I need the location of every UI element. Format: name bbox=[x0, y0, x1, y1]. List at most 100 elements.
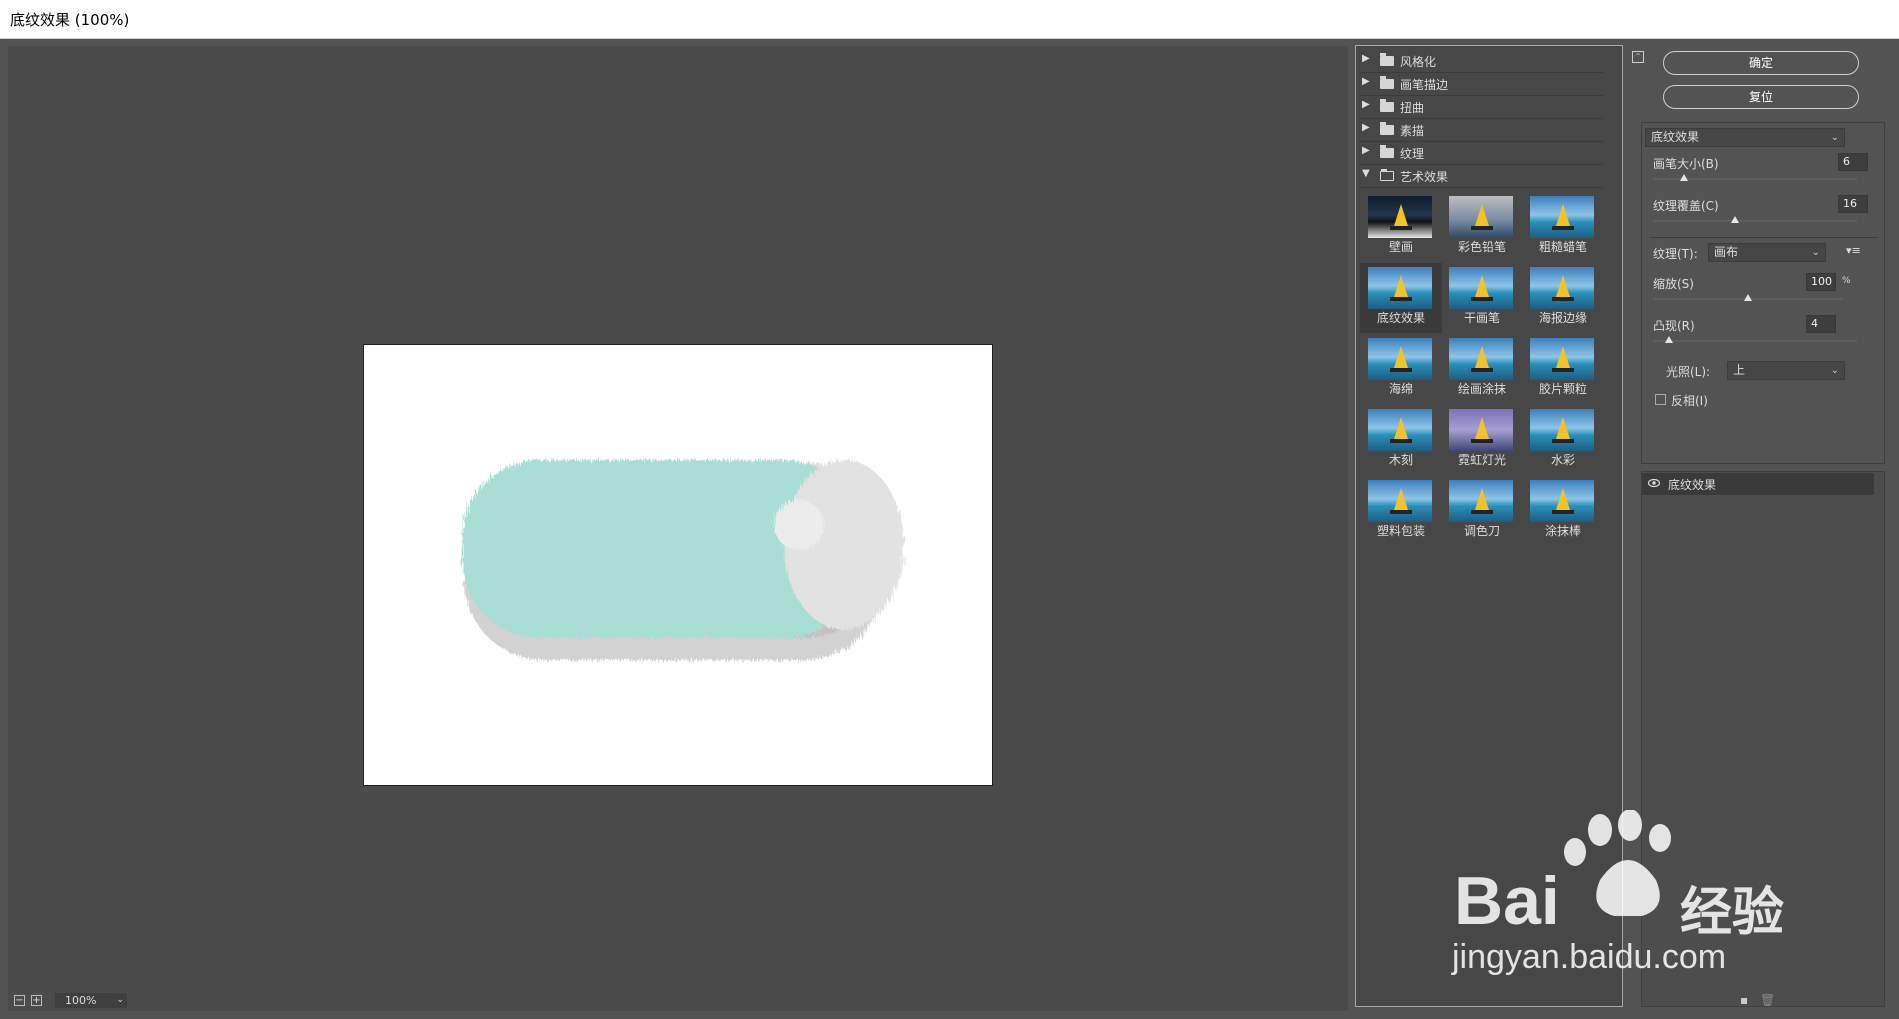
category-brush-strokes[interactable]: ▶ 画笔描边 bbox=[1360, 73, 1604, 96]
filter-select-value: 底纹效果 bbox=[1651, 130, 1700, 144]
effect-layer-row[interactable]: 底纹效果 bbox=[1642, 473, 1874, 495]
filter-thumb[interactable]: 海绵 bbox=[1360, 334, 1442, 404]
chevron-down-icon: ⌄ bbox=[1830, 132, 1839, 143]
eye-icon[interactable] bbox=[1648, 478, 1660, 488]
chevron-down-icon: ⌄ bbox=[1830, 365, 1839, 376]
texture-coverage-slider[interactable] bbox=[1653, 220, 1857, 222]
reset-button[interactable]: 复位 bbox=[1663, 85, 1859, 109]
new-effect-layer-icon[interactable]: ▪ bbox=[1740, 993, 1748, 1007]
filter-thumb-label: 干画笔 bbox=[1463, 311, 1500, 325]
ok-button[interactable]: 确定 bbox=[1663, 51, 1859, 75]
expand-arrow-icon: ▶ bbox=[1362, 145, 1370, 156]
filter-thumb-label: 霓虹灯光 bbox=[1457, 453, 1506, 467]
category-artistic[interactable]: ▼ 艺术效果 bbox=[1360, 165, 1604, 188]
filter-thumb[interactable]: 干画笔 bbox=[1441, 263, 1523, 333]
relief-slider[interactable] bbox=[1653, 340, 1857, 342]
invert-label: 反相(I) bbox=[1671, 394, 1708, 408]
delete-icon[interactable]: 🗑 bbox=[1760, 993, 1775, 1007]
brush-size-slider-thumb[interactable] bbox=[1679, 174, 1688, 181]
filter-thumb[interactable]: 调色刀 bbox=[1441, 476, 1523, 546]
category-label: 画笔描边 bbox=[1400, 78, 1449, 92]
filter-select[interactable]: 底纹效果 ⌄ bbox=[1645, 128, 1845, 147]
expand-arrow-icon: ▶ bbox=[1362, 99, 1370, 110]
folder-icon bbox=[1380, 53, 1394, 66]
brush-size-input[interactable]: 6 bbox=[1838, 153, 1868, 171]
texture-select-value: 画布 bbox=[1714, 245, 1739, 259]
scaling-unit: % bbox=[1842, 276, 1851, 286]
texture-coverage-slider-thumb[interactable] bbox=[1730, 216, 1739, 223]
scaling-label: 缩放(S) bbox=[1653, 277, 1694, 291]
scaling-slider-thumb[interactable] bbox=[1744, 294, 1752, 301]
category-label: 素描 bbox=[1400, 124, 1425, 138]
filter-thumb[interactable]: 胶片颗粒 bbox=[1522, 334, 1604, 404]
folder-icon bbox=[1380, 76, 1394, 89]
filter-preview-image bbox=[1530, 480, 1594, 522]
title-bar: 底纹效果 (100%) bbox=[0, 0, 1899, 39]
category-label: 风格化 bbox=[1400, 55, 1437, 69]
invert-checkbox[interactable] bbox=[1655, 394, 1666, 405]
preview-image[interactable] bbox=[363, 344, 993, 786]
filter-preview-image bbox=[1530, 409, 1594, 451]
relief-input[interactable]: 4 bbox=[1806, 315, 1836, 333]
category-stylize[interactable]: ▶ 风格化 bbox=[1360, 50, 1604, 73]
filter-thumb[interactable]: 木刻 bbox=[1360, 405, 1442, 475]
filter-thumb-label: 胶片颗粒 bbox=[1538, 382, 1587, 396]
zoom-value: 100% bbox=[65, 994, 97, 1007]
light-select-value: 上 bbox=[1733, 363, 1746, 377]
filter-preview-image bbox=[1530, 338, 1594, 380]
filter-thumb[interactable]: 塑料包装 bbox=[1360, 476, 1442, 546]
preview-area[interactable] bbox=[8, 46, 1348, 991]
filter-thumb-label: 绘画涂抹 bbox=[1457, 382, 1506, 396]
filter-thumb-label: 彩色铅笔 bbox=[1457, 240, 1506, 254]
folder-icon bbox=[1380, 145, 1394, 158]
texture-select[interactable]: 画布 ⌄ bbox=[1708, 243, 1826, 262]
texture-label: 纹理(T): bbox=[1653, 247, 1698, 261]
category-distort[interactable]: ▶ 扭曲 bbox=[1360, 96, 1604, 119]
texture-menu-icon[interactable]: ▾≡ bbox=[1846, 244, 1861, 257]
chevron-down-icon: ⌄ bbox=[1811, 247, 1820, 258]
category-label: 艺术效果 bbox=[1400, 170, 1449, 184]
filter-thumb[interactable]: 海报边缘 bbox=[1522, 263, 1604, 333]
filter-preview-image bbox=[1449, 338, 1513, 380]
collapse-arrow-icon: ▼ bbox=[1362, 168, 1370, 179]
chevron-down-icon: ⌄ bbox=[116, 995, 124, 1005]
scaling-input[interactable]: 100 bbox=[1806, 273, 1836, 291]
relief-slider-thumb[interactable] bbox=[1665, 336, 1674, 343]
light-label: 光照(L): bbox=[1666, 365, 1711, 379]
window-title: 底纹效果 (100%) bbox=[10, 11, 130, 29]
filter-thumb[interactable]: 底纹效果 bbox=[1360, 263, 1442, 333]
brush-size-label: 画笔大小(B) bbox=[1653, 157, 1719, 171]
category-label: 纹理 bbox=[1400, 147, 1425, 161]
filter-preview-image bbox=[1530, 196, 1594, 238]
relief-label: 凸现(R) bbox=[1653, 319, 1695, 333]
category-sketch[interactable]: ▶ 素描 bbox=[1360, 119, 1604, 142]
filter-thumb[interactable]: 粗糙蜡笔 bbox=[1522, 192, 1604, 262]
texture-coverage-input[interactable]: 16 bbox=[1838, 195, 1868, 213]
status-bar: − + 100% ⌄ bbox=[8, 991, 1348, 1011]
filter-thumb-label: 木刻 bbox=[1388, 453, 1413, 467]
expand-arrow-icon: ▶ bbox=[1362, 122, 1370, 133]
filter-thumb[interactable]: 壁画 bbox=[1360, 192, 1442, 262]
collapse-gallery-icon[interactable]: ⌃ bbox=[1632, 51, 1644, 63]
filter-thumb-label: 壁画 bbox=[1388, 240, 1413, 254]
expand-arrow-icon: ▶ bbox=[1362, 53, 1370, 64]
filter-thumb[interactable]: 水彩 bbox=[1522, 405, 1604, 475]
category-label: 扭曲 bbox=[1400, 101, 1425, 115]
category-texture[interactable]: ▶ 纹理 bbox=[1360, 142, 1604, 165]
zoom-out-button[interactable]: − bbox=[14, 995, 25, 1006]
light-select[interactable]: 上 ⌄ bbox=[1727, 361, 1845, 380]
filter-thumb[interactable]: 涂抹棒 bbox=[1522, 476, 1604, 546]
filter-preview-image bbox=[1449, 480, 1513, 522]
filter-thumb[interactable]: 彩色铅笔 bbox=[1441, 192, 1523, 262]
watermark-brand: Bai bbox=[1454, 863, 1560, 939]
zoom-select[interactable]: 100% ⌄ bbox=[55, 993, 127, 1008]
filter-thumb[interactable]: 绘画涂抹 bbox=[1441, 334, 1523, 404]
filter-thumb-label: 涂抹棒 bbox=[1544, 524, 1581, 538]
filter-preview-image bbox=[1449, 409, 1513, 451]
zoom-in-button[interactable]: + bbox=[31, 995, 42, 1006]
filter-preview-image bbox=[1368, 196, 1432, 238]
effect-layer-name: 底纹效果 bbox=[1668, 478, 1717, 492]
filter-preview-image bbox=[1449, 196, 1513, 238]
filter-thumb[interactable]: 霓虹灯光 bbox=[1441, 405, 1523, 475]
filter-thumb-label: 调色刀 bbox=[1463, 524, 1500, 538]
